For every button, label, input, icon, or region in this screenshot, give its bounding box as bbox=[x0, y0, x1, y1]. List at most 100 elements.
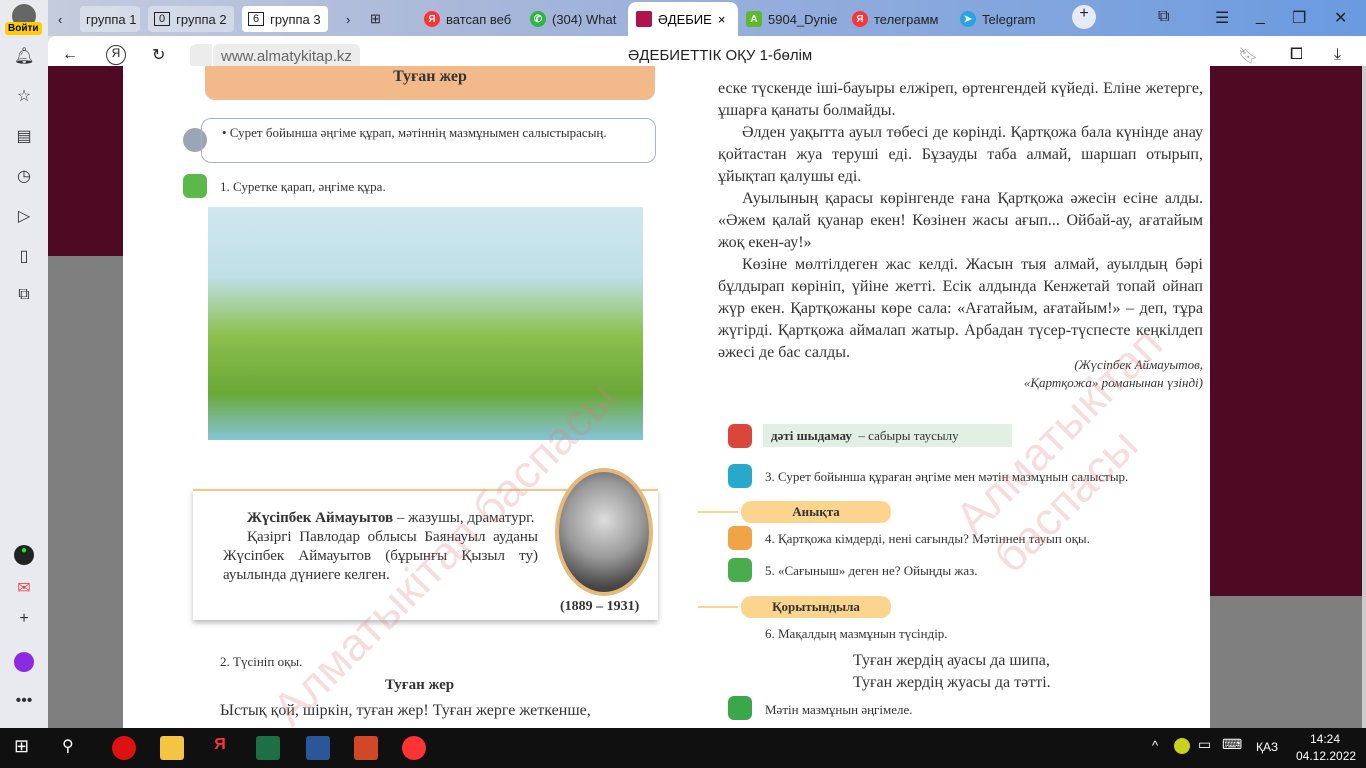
file-explorer-icon[interactable] bbox=[160, 736, 184, 760]
group-label: группа 3 bbox=[270, 11, 321, 27]
tab-label: (304) What bbox=[552, 11, 617, 27]
screenshot-icon[interactable]: ⧉ bbox=[14, 286, 34, 306]
vocab-definition: – сабыры таусылу bbox=[858, 428, 959, 443]
vocab-word: дәті шыдамау bbox=[771, 428, 852, 443]
author-years: (1889 – 1931) bbox=[560, 599, 640, 614]
home-task-icon bbox=[728, 696, 752, 720]
tab-label: ӘДЕБИЕ bbox=[658, 11, 712, 27]
proverb: Туған жердің ауасы да шипа, Туған жердің … bbox=[853, 650, 1051, 694]
group-work-icon bbox=[183, 174, 207, 198]
login-button[interactable]: Войти bbox=[5, 22, 42, 35]
more-icon[interactable]: ••• bbox=[14, 692, 34, 712]
star-icon[interactable]: ☆ bbox=[14, 86, 34, 106]
bookmark-icon[interactable]: 🔖︎ bbox=[1238, 46, 1258, 66]
author-name: Жүсіпбек Аймауытов bbox=[247, 510, 394, 526]
task-6: 6. Мақалдың мазмұнын түсіндір. bbox=[765, 626, 948, 641]
dictionary-icon bbox=[728, 424, 752, 448]
add-icon[interactable]: + bbox=[14, 610, 34, 630]
keyboard-icon[interactable]: ⌨ bbox=[1222, 736, 1242, 753]
protect-icon[interactable]: ⧠ bbox=[1290, 46, 1303, 64]
book-spread: Туған жер • Сурет бойынша әңгіме құрап, … bbox=[123, 66, 1210, 728]
tab-group-2[interactable]: 0 группа 2 bbox=[148, 6, 234, 32]
tabs-back-icon[interactable]: ‹ bbox=[52, 6, 66, 32]
start-icon[interactable]: ⊞ bbox=[14, 736, 38, 760]
yandex-icon: Я bbox=[852, 11, 868, 27]
tab-active[interactable]: ӘДЕБИЕ × bbox=[628, 2, 738, 36]
section-label-define: Анықта bbox=[741, 501, 891, 523]
paragraph: Әлден уақытта ауыл төбесі де көрінді. Қа… bbox=[718, 124, 1203, 185]
alice-app-icon[interactable]: ● bbox=[14, 545, 34, 565]
search-icon[interactable]: ⚲ bbox=[62, 736, 86, 760]
powerpoint-icon[interactable] bbox=[354, 736, 378, 760]
clock-date[interactable]: 04.12.2022 bbox=[1296, 749, 1356, 763]
opera-icon[interactable] bbox=[112, 736, 136, 760]
tray-expand-icon[interactable]: ^ bbox=[1152, 738, 1158, 753]
close-tab-icon[interactable]: × bbox=[718, 12, 726, 27]
tab-group-3[interactable]: 6 группа 3 bbox=[242, 6, 328, 32]
language-indicator[interactable]: ҚАЗ bbox=[1256, 740, 1278, 754]
word-icon[interactable] bbox=[306, 736, 330, 760]
group-label: группа 1 bbox=[86, 11, 137, 27]
lesson-goal: • Сурет бойынша әңгіме құрап, мәтіннің м… bbox=[201, 118, 656, 163]
collections-icon[interactable]: ▤ bbox=[14, 126, 34, 146]
play-icon[interactable]: ▷ bbox=[14, 206, 34, 226]
paragraph: еске түскенде іші-бауыры елжіреп, өртенг… bbox=[718, 80, 1203, 119]
tab-group-1[interactable]: группа 1 bbox=[80, 6, 140, 32]
group-label: группа 2 bbox=[176, 11, 227, 27]
yandex-app-icon[interactable] bbox=[402, 736, 426, 760]
page-viewer: Туған жер • Сурет бойынша әңгіме құрап, … bbox=[48, 66, 1366, 728]
clock-time[interactable]: 14:24 bbox=[1310, 732, 1340, 746]
proverb-line: Туған жердің жуасы да тәтті. bbox=[853, 674, 1051, 691]
tab-dynie[interactable]: A 5904_Dynie bbox=[740, 6, 846, 32]
chapter-banner: Туған жер bbox=[205, 66, 655, 100]
new-group-icon[interactable]: ⊞ bbox=[364, 6, 387, 32]
alice-icon[interactable] bbox=[14, 652, 34, 672]
background-panel bbox=[1210, 66, 1366, 596]
tab-label: телеграмм bbox=[874, 11, 939, 27]
tab-whatsapp-web[interactable]: Яватсап веб bbox=[418, 6, 518, 32]
section-label-conclude: Қорытындыла bbox=[741, 596, 891, 618]
excel-icon[interactable] bbox=[256, 736, 280, 760]
yandex-browser-icon[interactable]: Я bbox=[208, 736, 232, 760]
bookmarks-panel-icon[interactable]: ⧉ bbox=[1158, 8, 1169, 26]
tab-label: 5904_Dynie bbox=[768, 11, 838, 27]
telegram-icon: ➤ bbox=[960, 11, 976, 27]
bell-icon[interactable]: 🔔︎ bbox=[14, 46, 34, 66]
menu-icon[interactable]: ☰ bbox=[1215, 8, 1229, 28]
author-portrait bbox=[555, 468, 653, 596]
notes-icon[interactable]: ▯ bbox=[14, 246, 34, 266]
pair-work-icon bbox=[728, 464, 752, 488]
tabs-forward-icon[interactable]: › bbox=[340, 6, 356, 32]
story-title: Туған жер bbox=[385, 677, 455, 693]
page-title: ӘДЕБИЕТТІК ОҚУ 1-бөлім bbox=[628, 47, 813, 64]
group-count: 0 bbox=[154, 12, 171, 26]
divider bbox=[698, 511, 738, 513]
tab-telegram[interactable]: ➤ Telegram bbox=[954, 6, 1054, 32]
minimize-button[interactable]: _ bbox=[1256, 8, 1265, 26]
paragraph: Ауылының қарасы көрінгенде ғана Қартқожа… bbox=[718, 190, 1203, 251]
yandex-home-icon[interactable]: Я bbox=[106, 45, 126, 65]
download-icon[interactable]: ⤓ bbox=[1334, 46, 1341, 64]
tab-telegram-search[interactable]: Ятелеграмм bbox=[846, 6, 950, 32]
close-window-button[interactable]: ✕ bbox=[1334, 8, 1347, 28]
book-icon bbox=[636, 11, 652, 27]
write-icon bbox=[728, 558, 752, 582]
vocabulary-box: дәті шыдамау – сабыры таусылу bbox=[763, 424, 1012, 447]
back-icon[interactable]: ← bbox=[62, 46, 78, 64]
tab-whatsapp[interactable]: ✆ (304) What bbox=[524, 6, 624, 32]
mail-icon[interactable]: ✉ bbox=[14, 578, 34, 598]
new-tab-button[interactable]: + bbox=[1072, 5, 1096, 29]
group-count: 6 bbox=[248, 12, 265, 26]
search-book-icon bbox=[728, 526, 752, 550]
tray-app-icon[interactable] bbox=[1174, 738, 1190, 754]
tab-label: ватсап веб bbox=[446, 11, 512, 27]
browser-sidebar: Войти 🔔︎ ☆ ▤ ◷ ▷ ▯ ⧉ ● ✉ + ••• bbox=[0, 0, 48, 728]
a-icon: A bbox=[746, 11, 762, 27]
scrollbar[interactable] bbox=[1362, 66, 1366, 728]
task-7: Мәтін мазмұнын әңгімеле. bbox=[765, 702, 913, 717]
notification-icon[interactable]: ▭ bbox=[1198, 736, 1211, 753]
taskbar: ⊞ ⚲ Я ^ ▭ ⌨ ҚАЗ 14:24 04.12.2022 bbox=[0, 728, 1366, 768]
reload-icon[interactable]: ↻ bbox=[152, 45, 165, 65]
history-icon[interactable]: ◷ bbox=[14, 166, 34, 186]
restore-button[interactable]: ❐ bbox=[1292, 8, 1306, 28]
